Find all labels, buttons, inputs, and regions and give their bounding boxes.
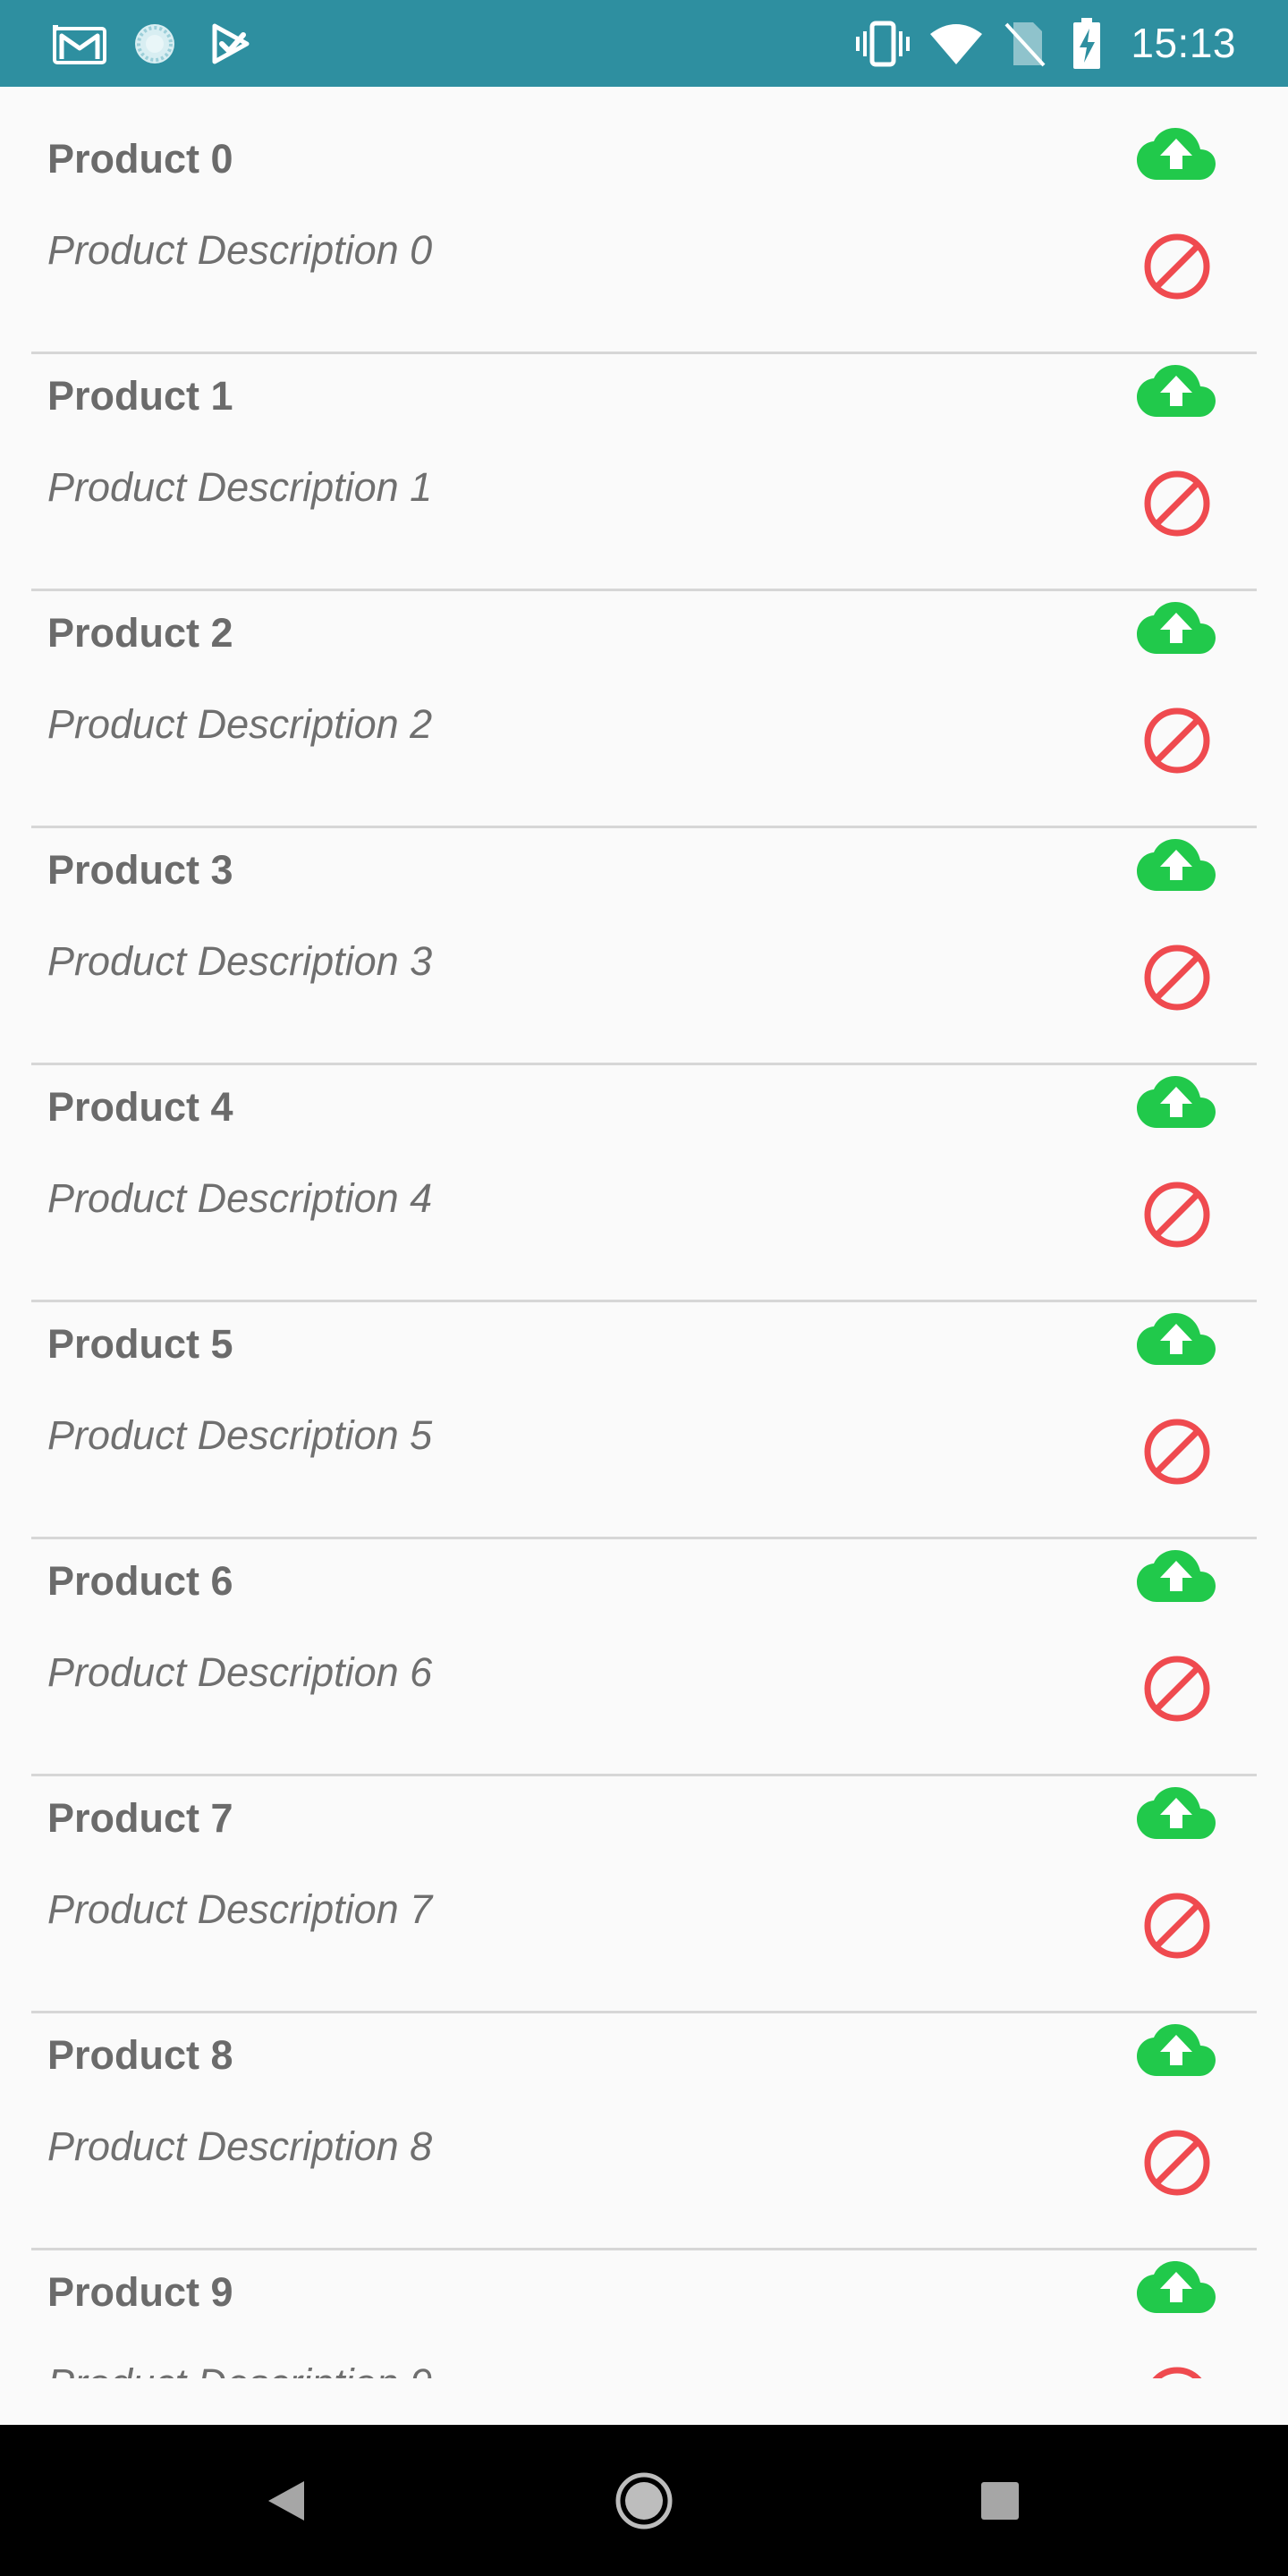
product-name: Product 4 — [47, 1084, 233, 1130]
back-icon[interactable] — [250, 2425, 322, 2576]
cloud-upload-icon[interactable] — [1136, 837, 1216, 896]
product-name: Product 5 — [47, 1321, 233, 1367]
product-name: Product 7 — [47, 1795, 233, 1841]
product-description: Product Description 3 — [47, 938, 433, 984]
block-icon[interactable] — [1143, 233, 1211, 301]
block-icon[interactable] — [1143, 1181, 1211, 1249]
cloud-upload-icon[interactable] — [1136, 1785, 1216, 1844]
status-time: 15:13 — [1131, 20, 1236, 66]
product-item[interactable]: Product 9 Product Description 9 — [0, 2220, 1288, 2393]
cloud-upload-icon[interactable] — [1136, 2022, 1216, 2081]
product-name: Product 3 — [47, 847, 233, 893]
product-name: Product 9 — [47, 2269, 233, 2315]
wifi-icon — [927, 0, 986, 87]
block-icon[interactable] — [1143, 470, 1211, 538]
vibrate-icon — [853, 0, 912, 87]
product-description: Product Description 2 — [47, 701, 433, 747]
product-description: Product Description 5 — [47, 1412, 433, 1458]
navigation-bar — [0, 2425, 1288, 2576]
block-icon[interactable] — [1143, 2129, 1211, 2197]
product-description: Product Description 6 — [47, 1649, 433, 1695]
play-store-icon — [208, 0, 254, 87]
block-icon[interactable] — [1143, 707, 1211, 775]
gmail-icon — [52, 0, 107, 87]
product-name: Product 8 — [47, 2032, 233, 2078]
home-icon[interactable] — [608, 2425, 680, 2576]
block-icon[interactable] — [1143, 1655, 1211, 1723]
battery-charging-icon — [1070, 0, 1104, 87]
product-description: Product Description 8 — [47, 2123, 433, 2169]
product-description: Product Description 4 — [47, 1175, 433, 1221]
cloud-upload-icon[interactable] — [1136, 1548, 1216, 1607]
product-item[interactable]: Product 3 Product Description 3 — [0, 798, 1288, 1035]
cloud-upload-icon[interactable] — [1136, 2259, 1216, 2318]
recents-icon[interactable] — [964, 2425, 1036, 2576]
product-name: Product 6 — [47, 1558, 233, 1604]
cloud-upload-icon[interactable] — [1136, 600, 1216, 659]
product-description: Product Description 0 — [47, 227, 433, 273]
cloud-upload-icon[interactable] — [1136, 126, 1216, 185]
product-item[interactable]: Product 4 Product Description 4 — [0, 1035, 1288, 1272]
product-item[interactable]: Product 1 Product Description 1 — [0, 324, 1288, 561]
product-item[interactable]: Product 5 Product Description 5 — [0, 1272, 1288, 1509]
product-item[interactable]: Product 6 Product Description 6 — [0, 1509, 1288, 1746]
sync-progress-icon — [131, 0, 179, 87]
product-list[interactable]: Product 0 Product Description 0 Product … — [0, 87, 1288, 2393]
product-name: Product 1 — [47, 373, 233, 419]
status-bar: 15:13 — [0, 0, 1288, 87]
product-description: Product Description 7 — [47, 1886, 433, 1932]
list-bottom-edge — [0, 2378, 1288, 2393]
block-icon[interactable] — [1143, 944, 1211, 1012]
product-item[interactable]: Product 0 Product Description 0 — [0, 87, 1288, 324]
cloud-upload-icon[interactable] — [1136, 363, 1216, 422]
product-description: Product Description 1 — [47, 464, 433, 510]
no-sim-icon — [1000, 0, 1048, 87]
product-name: Product 0 — [47, 136, 233, 182]
block-icon[interactable] — [1143, 1892, 1211, 1960]
block-icon[interactable] — [1143, 1418, 1211, 1486]
product-item[interactable]: Product 7 Product Description 7 — [0, 1746, 1288, 1983]
cloud-upload-icon[interactable] — [1136, 1074, 1216, 1133]
product-name: Product 2 — [47, 610, 233, 656]
product-item[interactable]: Product 2 Product Description 2 — [0, 561, 1288, 798]
cloud-upload-icon[interactable] — [1136, 1311, 1216, 1370]
product-item[interactable]: Product 8 Product Description 8 — [0, 1983, 1288, 2220]
